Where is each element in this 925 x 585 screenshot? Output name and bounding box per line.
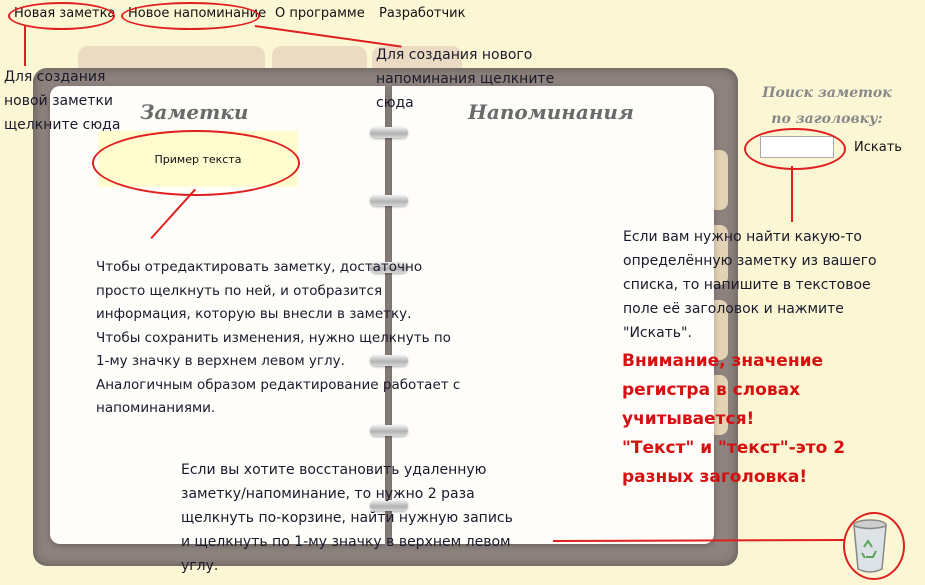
hint-line: просто щелкнуть по ней, и отобразится [96, 282, 383, 299]
hint-line: "Искать". [623, 325, 692, 341]
warning-line: Внимание, значение [622, 351, 824, 371]
hint-line: списка, то напишите в текстовое [623, 277, 871, 293]
hint-line: новой заметки [4, 93, 113, 109]
notes-title: Заметки [140, 100, 249, 124]
menu-developer[interactable]: Разработчик [379, 5, 465, 23]
hint-line: Чтобы отредактировать заметку, достаточн… [96, 259, 423, 275]
search-button[interactable]: Искать [854, 140, 902, 155]
warning-line: разных заголовка! [622, 467, 808, 487]
search-label-line: по заголовку: [771, 111, 883, 127]
hint-line: Если вы хотите восстановить удаленную [181, 462, 487, 478]
search-label-line: Поиск заметок [762, 85, 892, 101]
new-note-hint: Для создания новой заметки щелкните сюда [4, 65, 120, 137]
hint-line: Для создания [4, 69, 106, 85]
highlight-search-input [744, 128, 846, 170]
hint-line: Чтобы сохранить изменения, нужно щелкнут… [96, 329, 451, 346]
hint-line: углу. [181, 558, 219, 574]
hint-line: поле её заголовок и нажмите [623, 301, 844, 317]
hint-line: Аналогичным образом редактирование работ… [96, 376, 461, 393]
hint-line: Для создания нового [376, 47, 533, 63]
binder-ring [370, 195, 408, 206]
warning-line: учитывается! [622, 409, 755, 429]
hint-line: сюда [376, 95, 414, 111]
hint-line: заметку/напоминание, то нужно 2 раза [181, 486, 475, 502]
pointer-line [791, 166, 793, 222]
warning-line: "Текст" и "текст"-это 2 [622, 438, 846, 458]
hint-line: определённую заметку из вашего [623, 253, 877, 269]
highlight-new-reminder [121, 2, 260, 30]
hint-line: и щелкнуть по 1-му значку в верхнем лево… [181, 534, 511, 550]
hint-line: информация, которую вы внесли в заметку. [96, 306, 412, 322]
menu-about[interactable]: О программе [275, 5, 365, 23]
notebook-side-tab [712, 150, 728, 210]
pointer-line [254, 25, 402, 48]
highlight-trash [843, 512, 905, 580]
search-hint: Если вам нужно найти какую-то определённ… [623, 225, 877, 345]
new-reminder-hint: Для создания нового напоминания щелкните… [376, 43, 554, 115]
binder-ring [370, 127, 408, 138]
hint-line: напоминания щелкните [376, 71, 555, 87]
binder-ring [370, 425, 408, 436]
pointer-line [24, 26, 26, 66]
warning-line: регистра в словах [622, 380, 801, 400]
case-sensitivity-warning: Внимание, значение регистра в словах учи… [622, 347, 912, 492]
hint-line: 1-му значку в верхнем левом углу. [96, 353, 345, 369]
highlight-sample-note [92, 130, 300, 196]
search-label: Поиск заметок по заголовку: [752, 80, 902, 132]
hint-line: Если вам нужно найти какую-то [623, 229, 862, 245]
hint-line: напоминаниями. [96, 400, 216, 416]
edit-hint: Чтобы отредактировать заметку, достаточн… [96, 256, 460, 421]
hint-line: щелкнуть по-корзине, найти нужную запись [181, 510, 513, 526]
hint-line: щелкните сюда [4, 117, 121, 133]
restore-hint: Если вы хотите восстановить удаленную за… [181, 458, 513, 578]
